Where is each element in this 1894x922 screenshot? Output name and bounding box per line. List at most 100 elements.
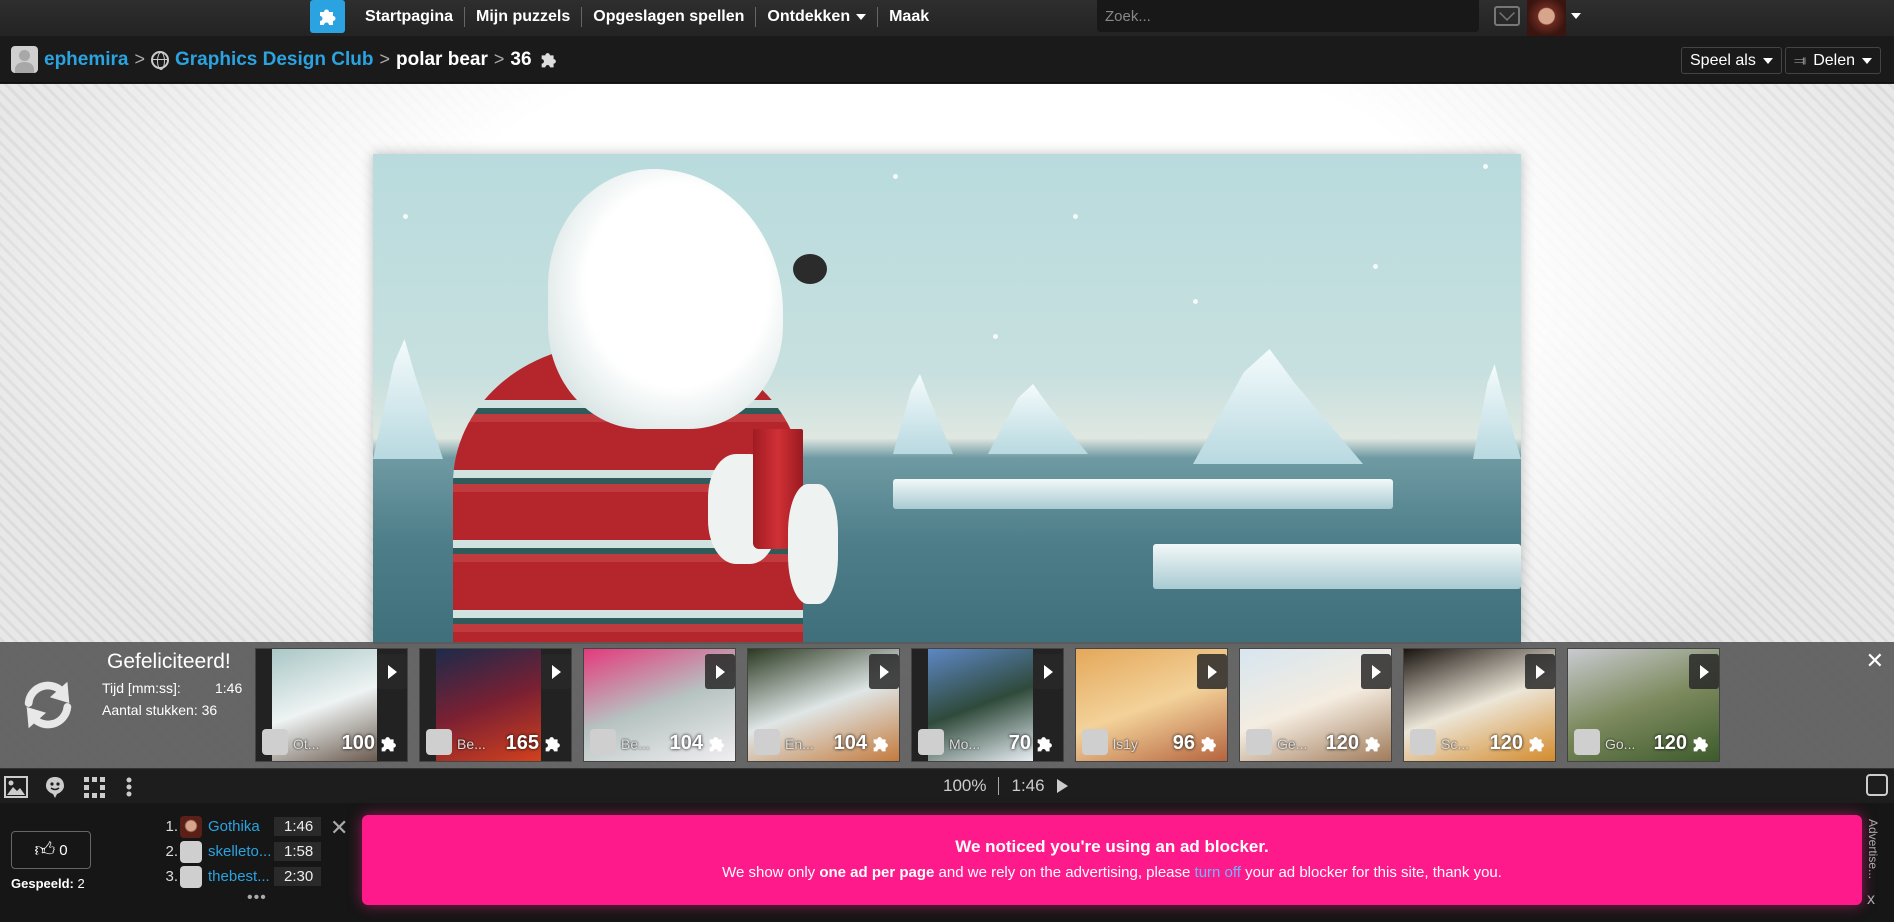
nav-opgeslagen-spellen[interactable]: Opgeslagen spellen bbox=[581, 6, 755, 27]
iceberg bbox=[893, 374, 953, 454]
play-icon[interactable] bbox=[1525, 654, 1555, 689]
owner-avatar bbox=[754, 729, 780, 755]
snowflake bbox=[403, 214, 408, 219]
play-as-button[interactable]: Speel als bbox=[1681, 47, 1782, 74]
puzzle-piece-icon bbox=[545, 737, 560, 752]
play-icon[interactable] bbox=[1361, 654, 1391, 689]
leaderboard-row: 3. thebest... 2:30 bbox=[162, 864, 322, 889]
play-icon[interactable] bbox=[541, 654, 571, 689]
pieces-value: 36 bbox=[201, 702, 218, 718]
piece-count: 104 bbox=[833, 732, 867, 754]
suggested-puzzle[interactable]: Be... 104 bbox=[583, 648, 736, 762]
played-value: 2 bbox=[77, 876, 85, 891]
main-menu: Startpagina Mijn puzzels Opgeslagen spel… bbox=[355, 0, 940, 33]
breadcrumb-group[interactable]: Graphics Design Club bbox=[175, 49, 373, 71]
play-icon[interactable] bbox=[1033, 654, 1063, 689]
suggested-puzzle[interactable]: Go... 120 bbox=[1567, 648, 1720, 762]
thumbs-up-icon: 👍︎ bbox=[34, 839, 56, 861]
restart-icon[interactable] bbox=[17, 674, 79, 736]
player-name[interactable]: thebest... bbox=[208, 868, 274, 885]
turn-off-link[interactable]: turn off bbox=[1195, 864, 1241, 881]
play-icon[interactable] bbox=[1689, 654, 1719, 689]
caret-down-icon[interactable] bbox=[1571, 13, 1581, 19]
suggested-puzzle[interactable]: Be... 165 bbox=[419, 648, 572, 762]
owner-name: Mo... bbox=[949, 736, 981, 752]
rank: 1. bbox=[165, 818, 178, 835]
completion-panel: Gefeliciteerd! Tijd [mm:ss]: 1:46 Aantal… bbox=[0, 642, 1894, 768]
breadcrumb-user[interactable]: ephemira bbox=[44, 49, 128, 71]
owner-avatar bbox=[1410, 729, 1436, 755]
ghost-icon[interactable] bbox=[43, 776, 67, 798]
site-logo[interactable] bbox=[310, 0, 345, 33]
player-name[interactable]: Gothika bbox=[208, 818, 274, 835]
play-icon[interactable] bbox=[377, 654, 407, 689]
ad-close-button[interactable]: x bbox=[1867, 891, 1875, 909]
puzzle-image[interactable] bbox=[373, 154, 1521, 644]
share-button[interactable]: ⫥ Delen bbox=[1785, 47, 1881, 74]
player-name[interactable]: skelleto... bbox=[208, 843, 274, 860]
nav-ontdekken[interactable]: Ontdekken bbox=[755, 6, 877, 27]
nav-startpagina[interactable]: Startpagina bbox=[355, 7, 464, 27]
like-count: 0 bbox=[59, 841, 68, 859]
suggested-puzzle[interactable]: ls1y 96 bbox=[1075, 648, 1228, 762]
owner-name: Go... bbox=[1605, 736, 1636, 752]
snowflake bbox=[1073, 214, 1078, 219]
adblock-text: We show only one ad per page and we rely… bbox=[362, 864, 1862, 881]
image-icon[interactable] bbox=[4, 776, 28, 798]
piece-count: 165 bbox=[505, 732, 539, 754]
completion-summary: Gefeliciteerd! Tijd [mm:ss]: 1:46 Aantal… bbox=[102, 650, 242, 718]
play-icon[interactable] bbox=[705, 654, 735, 689]
completion-title: Gefeliciteerd! bbox=[107, 650, 231, 673]
like-button[interactable]: 👍︎ 0 bbox=[11, 831, 91, 869]
suggested-puzzle[interactable]: Ot... 100 bbox=[255, 648, 408, 762]
play-icon[interactable] bbox=[1056, 779, 1068, 793]
more-vertical-icon[interactable] bbox=[124, 776, 134, 798]
leaderboard-row: 2. skelleto... 1:58 bbox=[162, 839, 322, 864]
time-value: 1:46 bbox=[215, 680, 243, 696]
puzzle-piece-icon bbox=[873, 737, 888, 752]
close-icon[interactable]: ✕ bbox=[1866, 648, 1884, 674]
user-avatar[interactable] bbox=[1527, 0, 1566, 36]
mail-icon[interactable] bbox=[1494, 6, 1520, 26]
owner-name: Sc... bbox=[1441, 736, 1470, 752]
suggested-puzzle[interactable]: Ge... 120 bbox=[1239, 648, 1392, 762]
fullscreen-icon[interactable] bbox=[1866, 774, 1888, 796]
nav-maak[interactable]: Maak bbox=[877, 6, 940, 27]
suggested-puzzle[interactable]: Sc... 120 bbox=[1403, 648, 1556, 762]
chevron-right-icon: > bbox=[379, 49, 390, 69]
piece-count: 104 bbox=[669, 732, 703, 754]
user-avatar[interactable] bbox=[11, 46, 38, 73]
owner-name: Be... bbox=[621, 736, 650, 752]
puzzle-piece-icon bbox=[541, 52, 556, 67]
grid-icon[interactable] bbox=[82, 776, 106, 798]
bear-nose bbox=[793, 254, 827, 284]
play-icon[interactable] bbox=[1197, 654, 1227, 689]
puzzle-piece-icon bbox=[1529, 737, 1544, 752]
avatar[interactable] bbox=[180, 840, 202, 863]
close-icon[interactable]: ✕ bbox=[330, 815, 348, 841]
globe-icon bbox=[151, 50, 169, 70]
owner-name: En... bbox=[785, 736, 814, 752]
piece-count: 96 bbox=[1172, 732, 1195, 754]
iceberg bbox=[1473, 364, 1521, 459]
avatar[interactable] bbox=[180, 815, 202, 838]
pieces-label: Aantal stukken: bbox=[102, 702, 198, 718]
suggested-puzzle[interactable]: Mo... 70 bbox=[911, 648, 1064, 762]
rank: 3. bbox=[165, 868, 178, 885]
advertise-label[interactable]: Advertise... bbox=[1866, 819, 1880, 879]
search-input[interactable] bbox=[1097, 0, 1479, 32]
more-scores-button[interactable]: ••• bbox=[247, 889, 321, 907]
suggested-puzzle[interactable]: En... 104 bbox=[747, 648, 900, 762]
avatar[interactable] bbox=[180, 865, 202, 888]
player-time: 1:46 bbox=[274, 817, 322, 836]
play-icon[interactable] bbox=[869, 654, 899, 689]
snowflake bbox=[893, 174, 898, 179]
bear-paw bbox=[788, 484, 838, 604]
nav-label: Maak bbox=[889, 7, 930, 25]
piece-count: 120 bbox=[1653, 732, 1687, 754]
bear-head bbox=[548, 169, 783, 429]
chevron-right-icon: > bbox=[493, 49, 505, 69]
snowflake bbox=[1193, 299, 1198, 304]
nav-mijn-puzzels[interactable]: Mijn puzzels bbox=[464, 6, 581, 27]
adblock-text-part: your ad blocker for this site, thank you… bbox=[1240, 864, 1502, 881]
